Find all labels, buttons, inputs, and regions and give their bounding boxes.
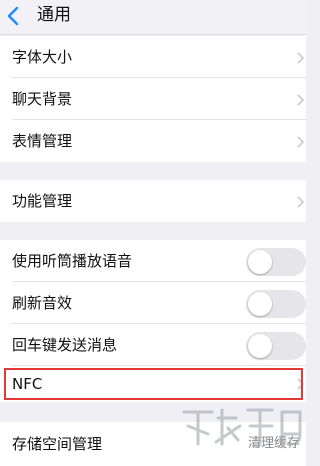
chevron-right-icon bbox=[297, 196, 304, 208]
toggle-knob bbox=[248, 250, 272, 274]
toggle-knob bbox=[248, 334, 272, 358]
settings-row-refresh-sound: 刷新音效 bbox=[0, 282, 306, 324]
settings-row-feature-management[interactable]: 功能管理 bbox=[0, 180, 306, 222]
top-bar: 通用 bbox=[0, 0, 306, 35]
earpiece-voice-toggle[interactable] bbox=[246, 248, 306, 276]
row-label: 表情管理 bbox=[12, 132, 73, 150]
row-label: 功能管理 bbox=[12, 192, 73, 210]
chevron-right-icon bbox=[297, 136, 304, 148]
row-label: 存储空间管理 bbox=[12, 435, 103, 453]
row-label: 回车键发送消息 bbox=[12, 336, 118, 354]
row-label: 刷新音效 bbox=[12, 294, 73, 312]
settings-row-chat-background[interactable]: 聊天背景 bbox=[0, 78, 306, 120]
refresh-sound-toggle[interactable] bbox=[246, 290, 306, 318]
toggle-knob bbox=[248, 292, 272, 316]
settings-row-sticker-management[interactable]: 表情管理 bbox=[0, 120, 306, 162]
row-label: 字体大小 bbox=[12, 48, 73, 66]
chevron-right-icon bbox=[297, 378, 304, 390]
back-chevron-icon[interactable] bbox=[6, 6, 20, 26]
chevron-right-icon bbox=[297, 94, 304, 106]
settings-row-nfc[interactable]: NFC bbox=[0, 366, 306, 402]
chevron-right-icon bbox=[297, 52, 304, 64]
settings-row-earpiece-voice: 使用听筒播放语音 bbox=[0, 240, 306, 282]
settings-row-font-size[interactable]: 字体大小 bbox=[0, 36, 306, 78]
watermark-logo-icon bbox=[182, 408, 302, 448]
enter-to-send-toggle[interactable] bbox=[246, 332, 306, 360]
row-label: 聊天背景 bbox=[12, 90, 73, 108]
page-title: 通用 bbox=[37, 5, 71, 25]
settings-row-enter-to-send: 回车键发送消息 bbox=[0, 324, 306, 366]
row-label: NFC bbox=[12, 375, 43, 393]
row-label: 使用听筒播放语音 bbox=[12, 252, 133, 270]
